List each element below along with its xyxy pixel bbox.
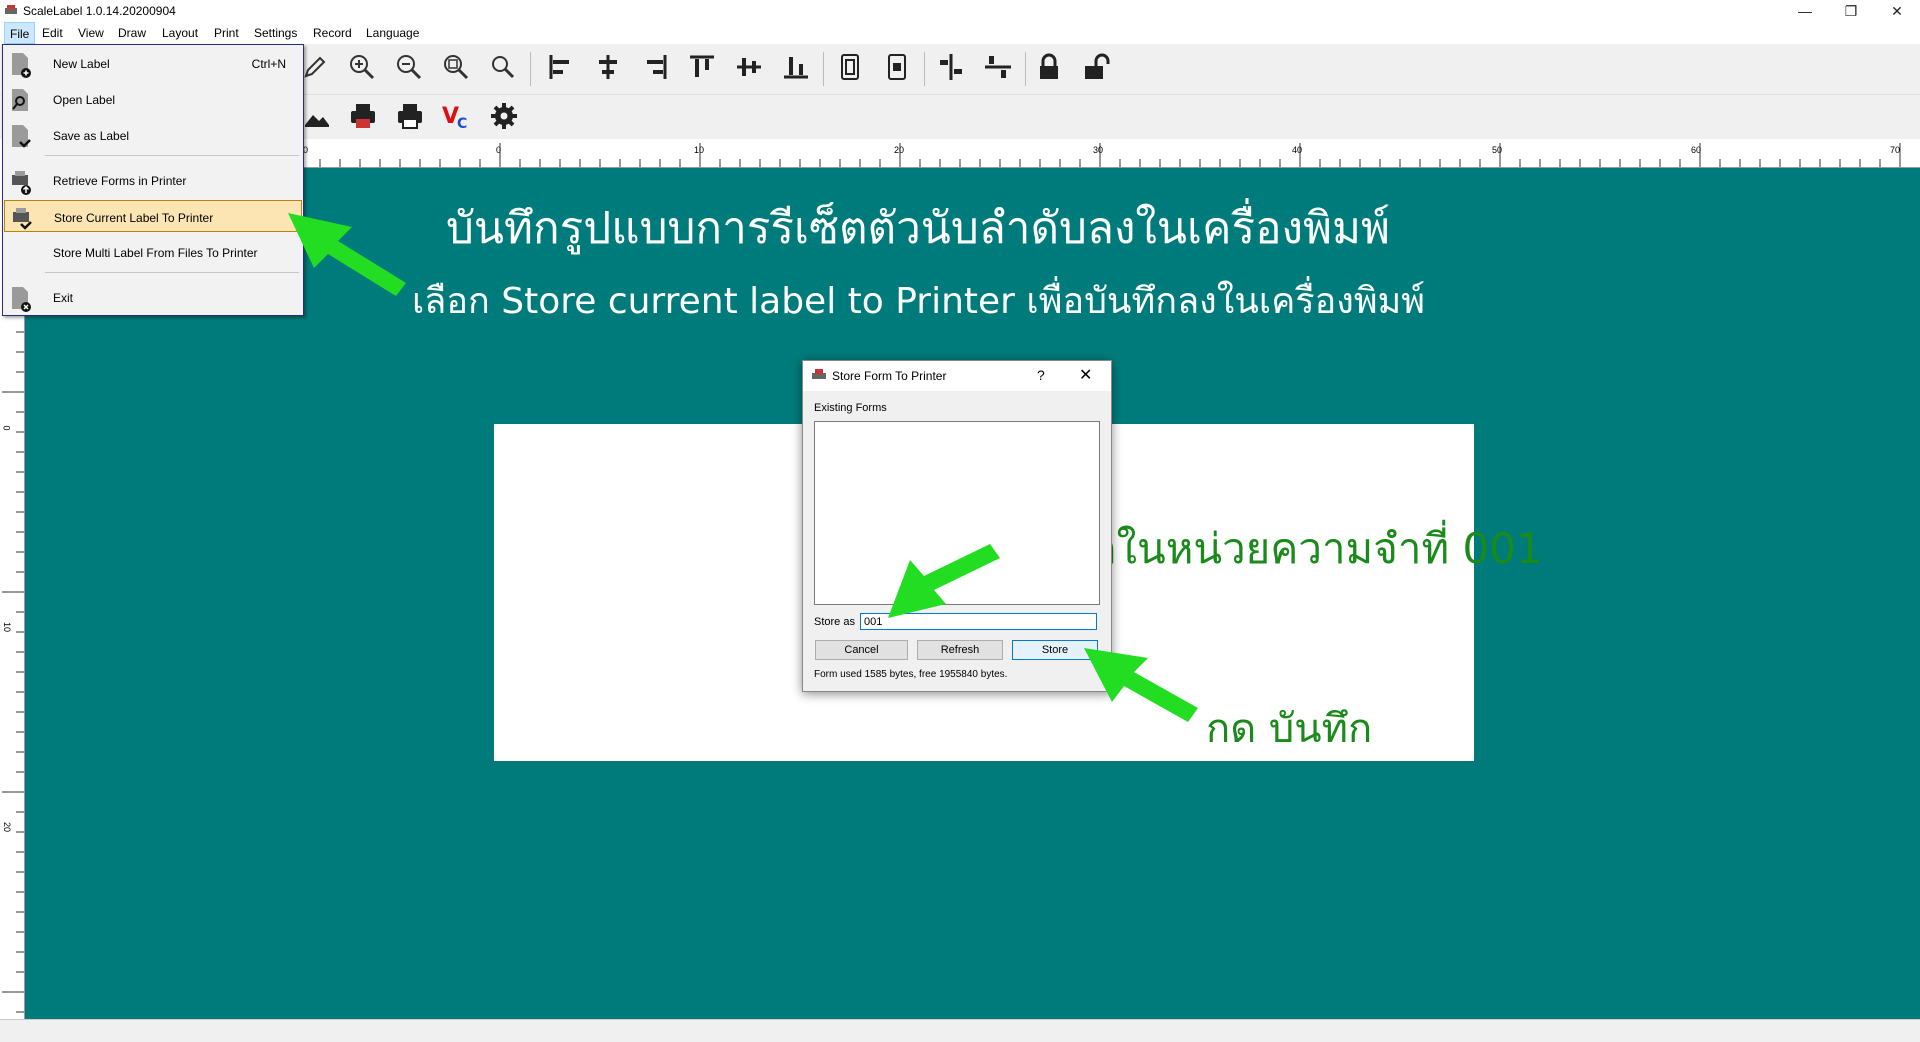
app-icon bbox=[5, 5, 17, 14]
print-icon[interactable] bbox=[393, 99, 427, 133]
zoom-actual-icon[interactable] bbox=[486, 50, 520, 84]
menu-item-retrieve-forms[interactable]: Retrieve Forms in Printer bbox=[4, 164, 302, 196]
align-bottom-icon[interactable] bbox=[779, 50, 813, 84]
cancel-button[interactable]: Cancel bbox=[815, 640, 908, 660]
menu-edit[interactable]: Edit bbox=[37, 22, 68, 44]
menu-item-save-as-label[interactable]: Save as Label bbox=[4, 119, 302, 151]
menu-item-label: Retrieve Forms in Printer bbox=[53, 174, 187, 188]
store-form-dialog: Store Form To Printer ? ✕ Existing Forms… bbox=[802, 360, 1112, 692]
distribute-horizontal-icon[interactable] bbox=[934, 50, 968, 84]
ruler-label: 70 bbox=[1890, 145, 1901, 155]
dialog-close-button[interactable]: ✕ bbox=[1079, 365, 1092, 385]
menu-bar: File Edit View Draw Layout Print Setting… bbox=[0, 22, 1920, 44]
menu-item-label: Save as Label bbox=[53, 129, 130, 143]
close-button[interactable]: ✕ bbox=[1874, 0, 1920, 22]
menu-separator bbox=[45, 155, 299, 156]
image-icon[interactable] bbox=[299, 99, 333, 133]
menu-draw[interactable]: Draw bbox=[113, 22, 151, 44]
window-title: ScaleLabel 1.0.14.20200904 bbox=[23, 4, 176, 18]
toolbar-separator bbox=[530, 52, 531, 86]
dialog-title-bar: Store Form To Printer ? ✕ bbox=[803, 361, 1111, 391]
ruler-label: 50 bbox=[1492, 145, 1503, 155]
retrieve-forms-icon bbox=[12, 171, 31, 195]
svg-text:C: C bbox=[457, 116, 467, 132]
zoom-fit-icon[interactable] bbox=[439, 50, 473, 84]
distribute-vertical-icon[interactable] bbox=[981, 50, 1015, 84]
menu-record[interactable]: Record bbox=[308, 22, 357, 44]
arrow-to-menu-item bbox=[288, 213, 406, 296]
menu-file[interactable]: File bbox=[4, 22, 36, 44]
toolbar-separator bbox=[924, 52, 925, 86]
dialog-title: Store Form To Printer bbox=[832, 369, 947, 383]
menu-item-label: Store Current Label To Printer bbox=[54, 211, 214, 225]
ruler-label: 20 bbox=[2, 821, 13, 833]
ruler-label: 60 bbox=[1691, 145, 1702, 155]
menu-language[interactable]: Language bbox=[361, 22, 424, 44]
annotation-heading: บันทึกรูปแบบการรีเซ็ตตัวนับลำดับลงในเครื… bbox=[446, 203, 1391, 254]
menu-item-label: Open Label bbox=[53, 93, 116, 107]
menu-item-store-multi-label[interactable]: Store Multi Label From Files To Printer bbox=[4, 236, 302, 268]
menu-settings[interactable]: Settings bbox=[249, 22, 302, 44]
ruler-label: 0 bbox=[1, 425, 12, 431]
arrow-to-store-button bbox=[1084, 648, 1198, 722]
vc-icon[interactable]: VC bbox=[440, 99, 474, 133]
toolbar-separator bbox=[823, 52, 824, 86]
align-middle-icon[interactable] bbox=[732, 50, 766, 84]
store-as-label: Store as bbox=[814, 616, 855, 628]
minimize-button[interactable]: — bbox=[1782, 0, 1828, 22]
menu-item-label: New Label bbox=[53, 57, 110, 71]
zoom-out-icon[interactable] bbox=[392, 50, 426, 84]
file-menu-dropdown: New Label Ctrl+N Open Label Save as Labe… bbox=[2, 44, 304, 316]
arrow-to-store-input bbox=[888, 544, 1000, 618]
store-label-icon bbox=[13, 208, 32, 230]
page-back-icon[interactable] bbox=[880, 50, 914, 84]
title-bar: ScaleLabel 1.0.14.20200904 — ❐ ✕ bbox=[0, 0, 1920, 22]
menu-item-shortcut: Ctrl+N bbox=[251, 57, 286, 71]
status-bar bbox=[0, 1019, 1920, 1042]
ruler-label: 0 bbox=[496, 145, 502, 155]
form-usage-status: Form used 1585 bytes, free 1955840 bytes… bbox=[814, 669, 1008, 680]
menu-item-label: Store Multi Label From Files To Printer bbox=[53, 246, 258, 260]
print-preview-icon[interactable] bbox=[346, 99, 380, 133]
refresh-button[interactable]: Refresh bbox=[917, 640, 1003, 660]
lock-icon[interactable] bbox=[1032, 50, 1066, 84]
page-front-icon[interactable] bbox=[833, 50, 867, 84]
menu-item-new-label[interactable]: New Label Ctrl+N bbox=[4, 47, 302, 79]
toolbar-separator bbox=[1025, 52, 1026, 86]
restore-button[interactable]: ❐ bbox=[1828, 0, 1874, 22]
zoom-in-icon[interactable] bbox=[345, 50, 379, 84]
unlock-icon[interactable] bbox=[1079, 50, 1113, 84]
align-left-icon[interactable] bbox=[544, 50, 578, 84]
align-top-icon[interactable] bbox=[685, 50, 719, 84]
menu-view[interactable]: View bbox=[73, 22, 109, 44]
annotation-press-store: กด บันทึก bbox=[1206, 706, 1373, 752]
exit-icon bbox=[12, 287, 31, 312]
menu-item-open-label[interactable]: Open Label bbox=[4, 83, 302, 115]
ruler-label: 40 bbox=[1292, 145, 1303, 155]
annotation-subheading: เลือก Store current label to Printer เพื… bbox=[412, 281, 1426, 322]
align-center-icon[interactable] bbox=[591, 50, 625, 84]
open-label-icon bbox=[12, 89, 28, 111]
ruler-label: 10 bbox=[694, 145, 705, 155]
ruler-label: 20 bbox=[894, 145, 905, 155]
menu-item-label: Exit bbox=[53, 291, 74, 305]
ruler-label: 30 bbox=[1093, 145, 1104, 155]
new-label-icon bbox=[12, 53, 31, 78]
existing-forms-label: Existing Forms bbox=[814, 402, 887, 414]
menu-print[interactable]: Print bbox=[209, 22, 244, 44]
align-right-icon[interactable] bbox=[638, 50, 672, 84]
printer-icon bbox=[812, 369, 826, 379]
menu-separator bbox=[45, 272, 299, 273]
ruler-label: 10 bbox=[2, 621, 13, 633]
help-button[interactable]: ? bbox=[1037, 367, 1045, 383]
settings-gear-icon[interactable] bbox=[487, 99, 521, 133]
menu-item-exit[interactable]: Exit bbox=[4, 281, 302, 313]
menu-layout[interactable]: Layout bbox=[157, 22, 203, 44]
menu-item-store-current-label[interactable]: Store Current Label To Printer bbox=[4, 200, 302, 232]
save-label-icon bbox=[12, 125, 31, 148]
